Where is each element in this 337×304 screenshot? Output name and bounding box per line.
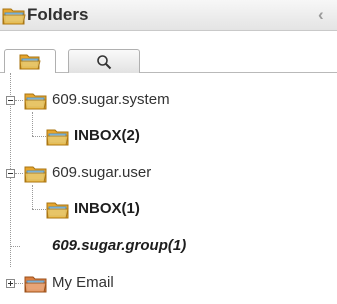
tree-connector-line [32,209,46,210]
folder-icon [19,54,41,70]
tree-item-inbox-1[interactable]: INBOX(1) [74,200,140,218]
search-tab[interactable] [68,49,140,73]
tree-item-609-sugar-user[interactable]: 609.sugar.user [52,164,151,182]
folder-icon [24,93,47,110]
search-icon [97,55,112,70]
tree-connector-line [15,173,23,174]
tree-item-609-sugar-group[interactable]: 609.sugar.group(1) [52,237,186,255]
folder-icon [2,8,26,25]
inbox-folder-icon [46,129,69,146]
tree-item-inbox-2[interactable]: INBOX(2) [74,127,140,145]
tree-branch-line [32,185,33,209]
tree-item-my-email[interactable]: My Email [52,274,114,292]
collapse-toggle[interactable] [6,96,15,105]
email-folder-icon [24,276,47,293]
tree-connector-line [32,136,46,137]
tree-connector-line [10,246,20,247]
tree-connector-line [15,283,23,284]
collapse-toggle[interactable] [6,169,15,178]
tree-branch-line [32,112,33,136]
folder-tree: 609.sugar.system INBOX(2) 609.sugar.user… [0,73,337,304]
chevron-left-icon[interactable]: ‹ [318,5,324,25]
inbox-folder-icon [46,202,69,219]
panel-title: Folders [27,5,89,24]
folders-panel-header: Folders ‹ [0,0,337,31]
tree-connector-line [15,100,23,101]
folders-tab[interactable] [4,49,56,73]
expand-toggle[interactable] [6,279,15,288]
folder-icon [24,166,47,183]
tree-item-609-sugar-system[interactable]: 609.sugar.system [52,91,170,109]
